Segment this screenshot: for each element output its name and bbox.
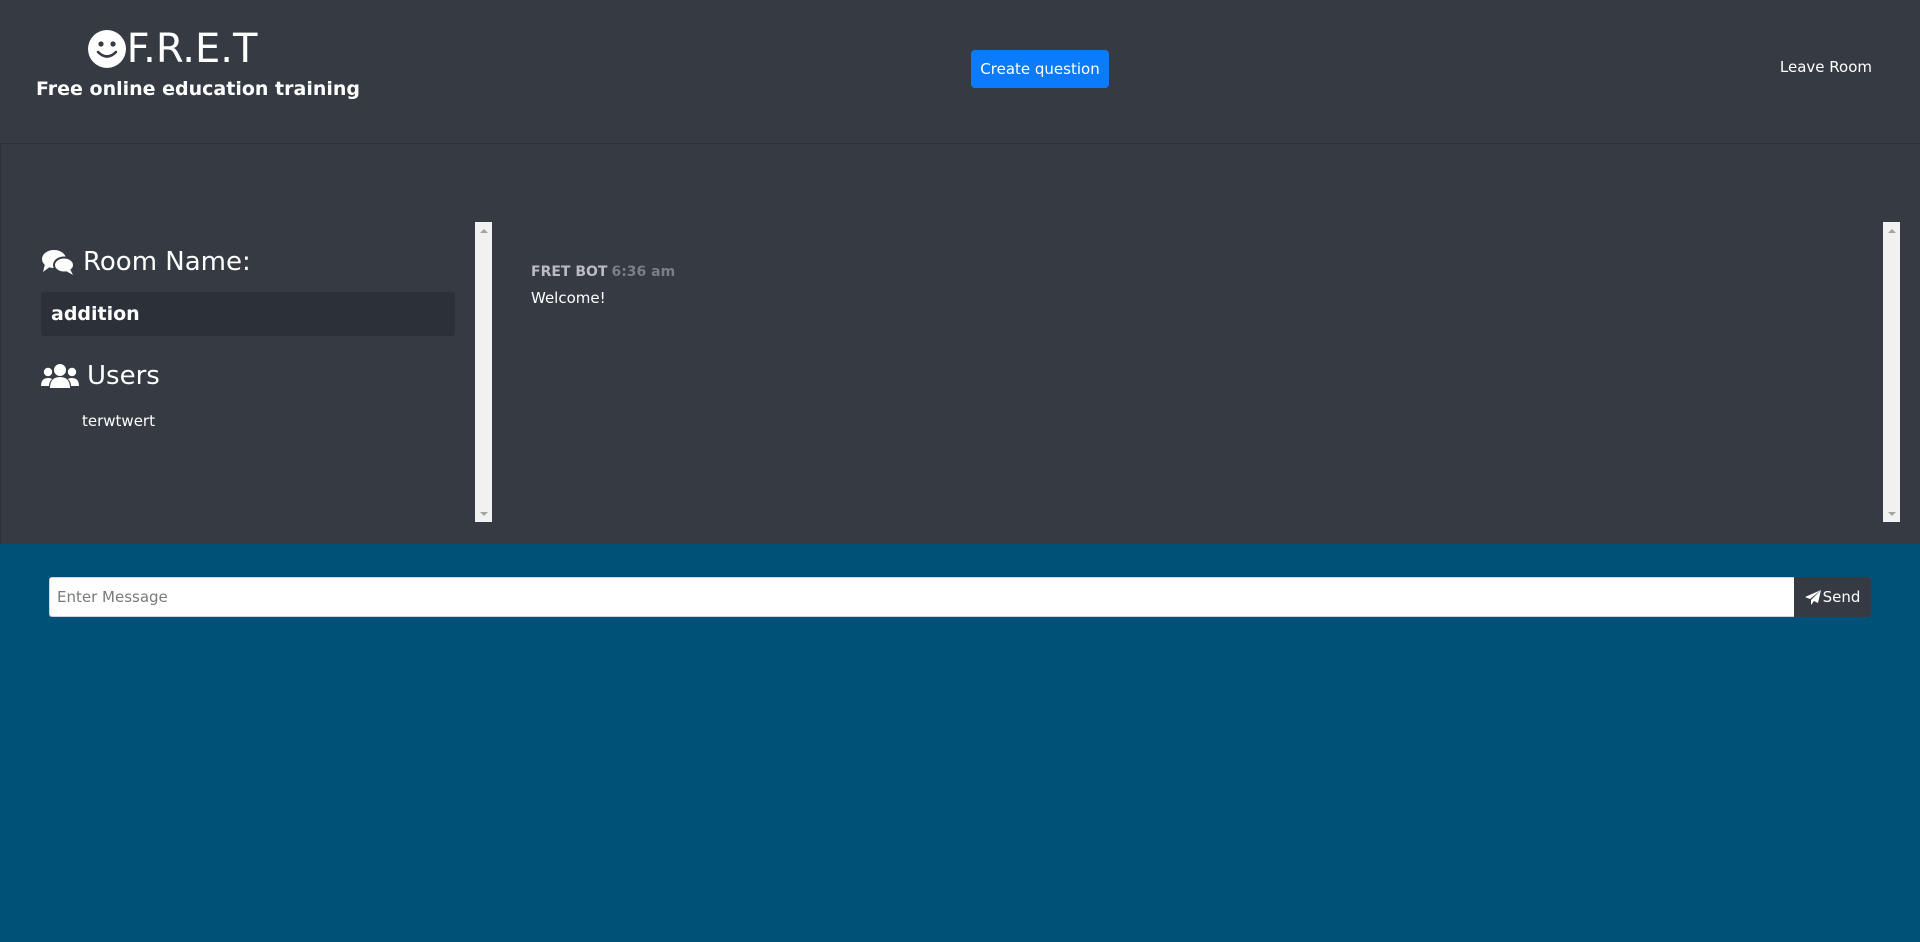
room-name-heading: Room Name: [41, 244, 455, 280]
users-heading-text: Users [87, 361, 160, 391]
paper-plane-icon [1804, 589, 1821, 605]
message-author: FRET BOT [531, 264, 608, 280]
sidebar-scrollbar[interactable] [475, 222, 492, 522]
send-button-label: Send [1822, 588, 1861, 606]
scroll-up-arrow-icon[interactable] [475, 222, 492, 239]
message-text: Welcome! [531, 289, 606, 307]
message-input[interactable] [49, 577, 1794, 617]
scroll-up-arrow-icon[interactable] [1883, 222, 1900, 239]
chat-message: FRET BOT 6:36 am Welcome! [531, 264, 675, 307]
brand[interactable]: F.R.E.T Free online education training [36, 26, 360, 100]
message-meta: FRET BOT 6:36 am [531, 264, 675, 280]
chat-scrollbar[interactable] [1883, 222, 1900, 522]
chat-main: Room Name: addition Users terwtwert FRET… [0, 144, 1920, 544]
brand-tagline: Free online education training [36, 78, 360, 100]
sidebar-content: Room Name: addition Users terwtwert [41, 244, 455, 430]
room-name-value: addition [41, 292, 455, 336]
send-button[interactable]: Send [1794, 577, 1871, 617]
users-icon [41, 364, 79, 388]
room-name-heading-text: Room Name: [83, 247, 251, 277]
message-composer: Send [49, 577, 1871, 617]
create-question-button[interactable]: Create question [971, 50, 1109, 88]
user-item: terwtwert [82, 412, 155, 430]
scroll-down-arrow-icon[interactable] [1883, 505, 1900, 522]
brand-name: F.R.E.T [126, 26, 258, 72]
scroll-down-arrow-icon[interactable] [475, 505, 492, 522]
chat-messages: FRET BOT 6:36 am Welcome! [493, 222, 1881, 522]
message-time: 6:36 am [611, 264, 676, 280]
users-heading: Users [41, 358, 455, 394]
chat-sidebar: Room Name: addition Users terwtwert [1, 222, 491, 522]
smiley-logo-icon [87, 30, 126, 68]
comments-icon [42, 250, 75, 275]
leave-room-link[interactable]: Leave Room [1780, 58, 1872, 76]
top-navbar: F.R.E.T Free online education training C… [0, 0, 1920, 144]
users-list: terwtwert [41, 412, 455, 430]
brand-row: F.R.E.T [36, 26, 308, 72]
